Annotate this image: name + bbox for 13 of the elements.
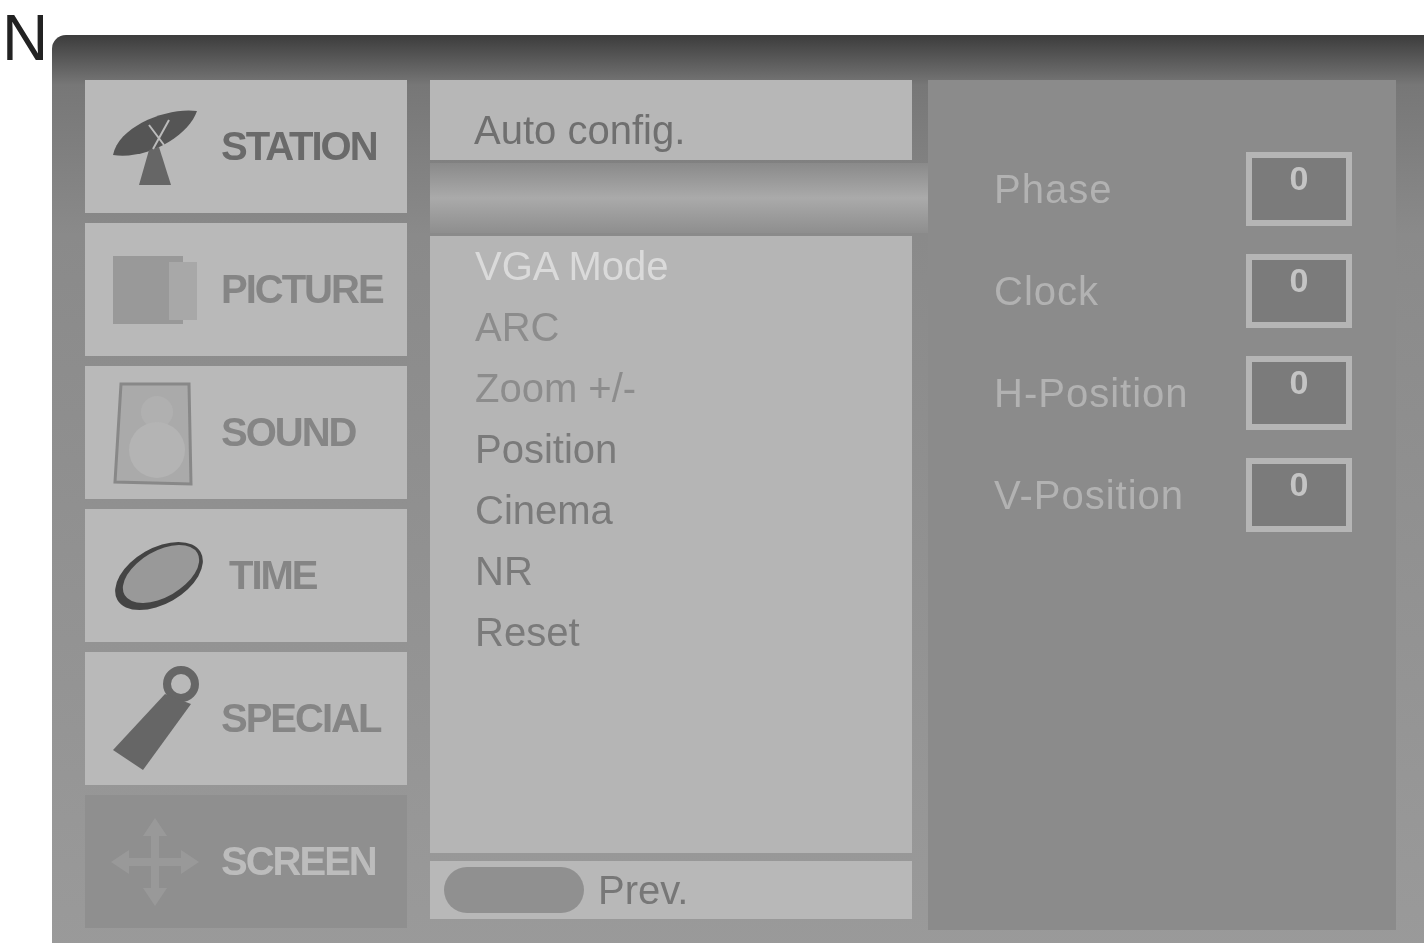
value-field[interactable]: 0 xyxy=(1246,254,1352,328)
menu-item[interactable]: Reset xyxy=(475,602,912,663)
value-field[interactable]: 0 xyxy=(1246,458,1352,532)
menu-item[interactable]: Cinema xyxy=(475,480,912,541)
prev-label: Prev. xyxy=(598,867,689,913)
category-tab[interactable]: STATION xyxy=(85,80,407,213)
value-field[interactable]: 0 xyxy=(1246,152,1352,226)
menu-item[interactable]: Position xyxy=(475,419,912,480)
menu-item[interactable]: Auto config. xyxy=(430,80,912,160)
menu-item[interactable]: NR xyxy=(475,541,912,602)
page-heading: N xyxy=(2,6,51,70)
button-key-icon xyxy=(444,867,584,913)
value-field[interactable]: 0 xyxy=(1246,356,1352,430)
